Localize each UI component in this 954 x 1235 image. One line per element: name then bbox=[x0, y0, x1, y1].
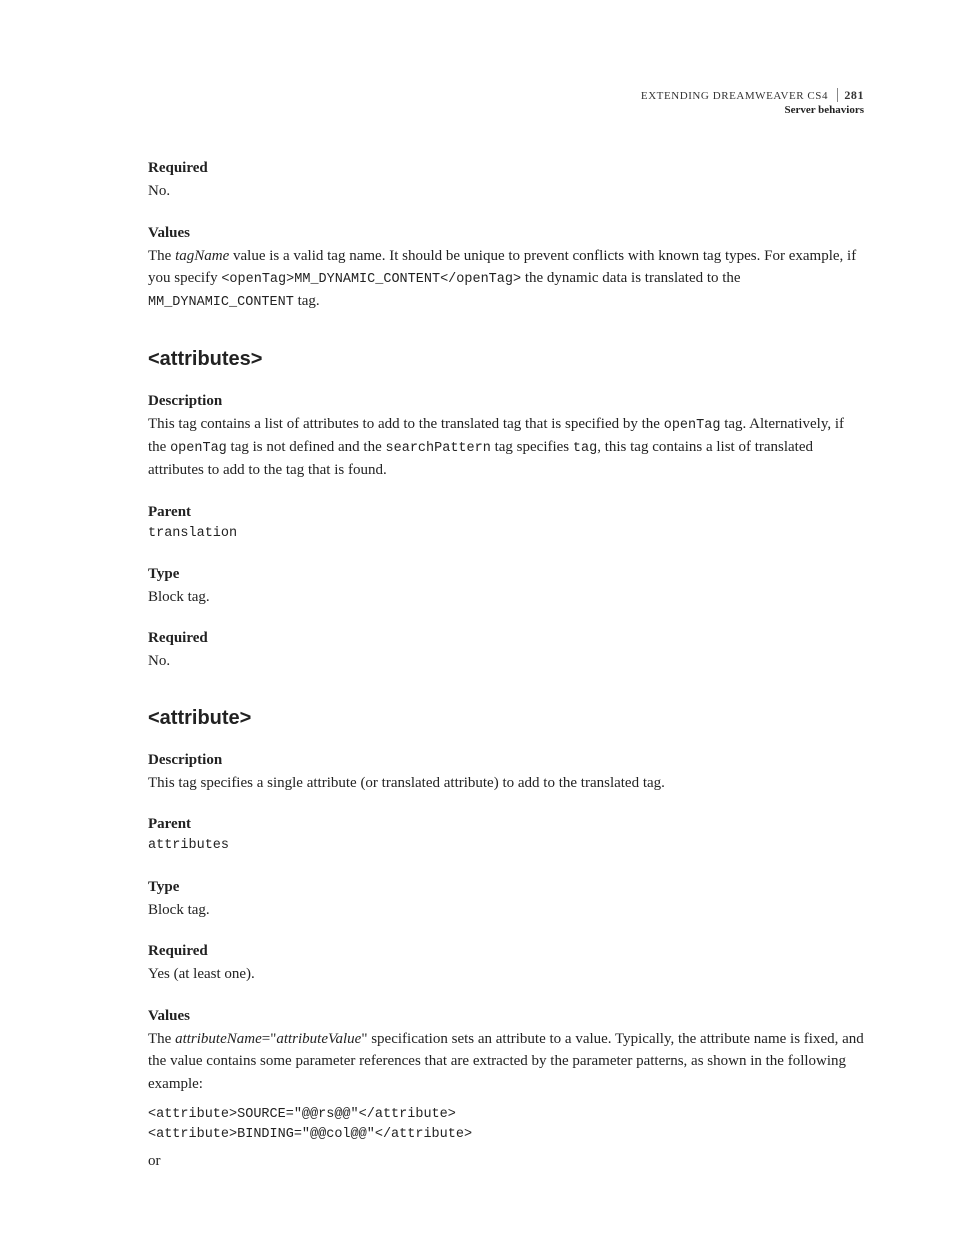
code-opentag: openTag bbox=[170, 441, 227, 456]
running-header: EXTENDING DREAMWEAVER CS4 281 Server beh… bbox=[641, 88, 864, 118]
required-label: Required bbox=[148, 943, 864, 960]
required-value: No. bbox=[148, 180, 864, 203]
term-tagname: tagName bbox=[175, 248, 229, 264]
type-label: Type bbox=[148, 566, 864, 583]
header-section: Server behaviors bbox=[641, 104, 864, 118]
code-block-example: <attribute>SOURCE="@@rs@@"</attribute> <… bbox=[148, 1105, 864, 1144]
section-heading-attribute: <attribute> bbox=[148, 707, 864, 730]
required-label: Required bbox=[148, 160, 864, 177]
term-attributevalue: attributeValue bbox=[276, 1031, 361, 1047]
required-value: No. bbox=[148, 650, 864, 673]
values-paragraph: The attributeName="attributeValue" speci… bbox=[148, 1028, 864, 1096]
code-tag: tag bbox=[573, 441, 597, 456]
required-label: Required bbox=[148, 630, 864, 647]
code-mm-dynamic-content: MM_DYNAMIC_CONTENT bbox=[148, 295, 294, 310]
header-title-line: EXTENDING DREAMWEAVER CS4 281 bbox=[641, 88, 864, 104]
page-number: 281 bbox=[837, 88, 864, 102]
required-value: Yes (at least one). bbox=[148, 963, 864, 986]
section-heading-attributes: <attributes> bbox=[148, 348, 864, 371]
values-label: Values bbox=[148, 1008, 864, 1025]
text-run: tag specifies bbox=[491, 439, 573, 455]
description-paragraph: This tag contains a list of attributes t… bbox=[148, 413, 864, 482]
parent-label: Parent bbox=[148, 504, 864, 521]
term-attributename: attributeName bbox=[175, 1031, 262, 1047]
description-label: Description bbox=[148, 752, 864, 769]
values-paragraph: The tagName value is a valid tag name. I… bbox=[148, 245, 864, 314]
content-body: Required No. Values The tagName value is… bbox=[148, 160, 864, 1173]
code-searchpattern: searchPattern bbox=[386, 441, 491, 456]
type-value: Block tag. bbox=[148, 899, 864, 922]
text-run: tag. bbox=[294, 293, 320, 309]
parent-value: attributes bbox=[148, 836, 864, 856]
type-value: Block tag. bbox=[148, 586, 864, 609]
text-run: The bbox=[148, 1031, 175, 1047]
header-title: EXTENDING DREAMWEAVER CS4 bbox=[641, 90, 828, 102]
values-label: Values bbox=[148, 225, 864, 242]
description-label: Description bbox=[148, 393, 864, 410]
parent-value: translation bbox=[148, 524, 864, 544]
or-text: or bbox=[148, 1150, 864, 1173]
code-opentag: openTag bbox=[664, 418, 721, 433]
text-run: the dynamic data is translated to the bbox=[521, 270, 741, 286]
code-opentag-example: <openTag>MM_DYNAMIC_CONTENT</openTag> bbox=[221, 272, 521, 287]
text-run: tag is not defined and the bbox=[227, 439, 386, 455]
description-text: This tag specifies a single attribute (o… bbox=[148, 772, 864, 795]
text-run: The bbox=[148, 248, 175, 264]
page: EXTENDING DREAMWEAVER CS4 281 Server beh… bbox=[0, 0, 954, 1235]
text-run: This tag contains a list of attributes t… bbox=[148, 416, 664, 432]
text-run: =" bbox=[262, 1031, 277, 1047]
type-label: Type bbox=[148, 879, 864, 896]
parent-label: Parent bbox=[148, 816, 864, 833]
